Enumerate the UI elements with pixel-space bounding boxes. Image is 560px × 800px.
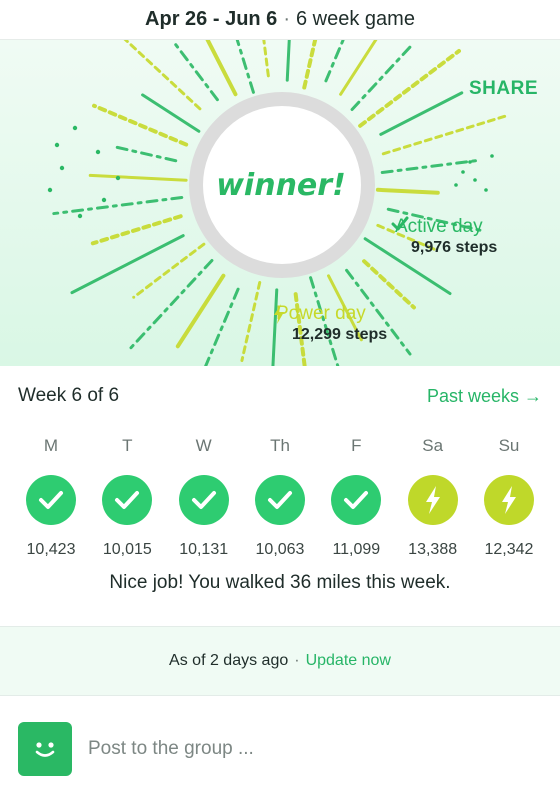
day-column[interactable]: T 10,015 bbox=[94, 436, 160, 559]
lightning-icon bbox=[407, 475, 458, 525]
check-icon bbox=[102, 475, 153, 525]
day-steps: 13,388 bbox=[408, 541, 458, 558]
check-icon bbox=[331, 475, 382, 525]
day-column[interactable]: W 10,131 bbox=[171, 436, 237, 559]
check-icon bbox=[178, 475, 229, 525]
day-column[interactable]: F 11,099 bbox=[323, 436, 389, 559]
day-label: T bbox=[122, 436, 133, 455]
day-column[interactable]: Sa 13,388 bbox=[400, 436, 466, 559]
game-header: Apr 26 - Jun 6 · 6 week game bbox=[0, 0, 560, 40]
day-column[interactable]: Su 12,342 bbox=[476, 436, 542, 559]
active-day-steps: 9,976 steps bbox=[411, 239, 498, 256]
active-day-callout: Active day 9,976 steps bbox=[391, 216, 497, 257]
week-title: Week 6 of 6 bbox=[18, 385, 120, 406]
share-button[interactable]: SHARE bbox=[469, 78, 538, 100]
day-label: Th bbox=[270, 436, 290, 455]
power-day-label: Power day bbox=[276, 303, 366, 324]
day-row: M 10,423 T 10,015 W 10,131 Th 10,063 F 11,099 Sa 13… bbox=[18, 436, 542, 559]
day-label: M bbox=[43, 436, 59, 455]
day-steps: 11,099 bbox=[332, 541, 381, 558]
check-icon bbox=[26, 475, 76, 525]
day-label: Su bbox=[498, 436, 520, 455]
day-label: F bbox=[351, 436, 362, 455]
power-day-steps: 12,299 steps bbox=[292, 326, 388, 343]
day-column[interactable]: Th 10,063 bbox=[247, 436, 313, 559]
update-now-link[interactable]: Update now bbox=[306, 652, 391, 670]
day-steps: 10,015 bbox=[102, 541, 152, 558]
day-steps: 10,131 bbox=[179, 541, 229, 558]
winner-label: winner! bbox=[216, 167, 346, 203]
lightning-icon bbox=[483, 475, 534, 525]
week-summary: Week 6 of 6 Past weeks → M 10,423 T 10,015 W… bbox=[0, 366, 560, 626]
separator-dot: · bbox=[294, 652, 300, 669]
separator-dot: · bbox=[283, 8, 290, 30]
day-label: Sa bbox=[422, 436, 444, 455]
smiley-icon[interactable] bbox=[18, 721, 72, 776]
date-range: Apr 26 - Jun 6 bbox=[145, 8, 278, 30]
post-composer bbox=[0, 697, 560, 800]
winner-hero: SHARE winner! Active day 9,976 steps Pow… bbox=[0, 40, 560, 366]
power-day-callout: Power day 12,299 steps bbox=[272, 303, 387, 344]
sync-status-bar: As of 2 days ago · Update now bbox=[0, 626, 560, 696]
day-column[interactable]: M 10,423 bbox=[18, 436, 84, 559]
post-input[interactable] bbox=[88, 737, 508, 760]
day-steps: 10,423 bbox=[26, 541, 76, 558]
day-label: W bbox=[195, 436, 212, 455]
day-steps: 10,063 bbox=[255, 541, 305, 558]
game-length: 6 week game bbox=[295, 8, 415, 30]
past-weeks-link[interactable]: Past weeks → bbox=[427, 386, 542, 407]
week-summary-text: Nice job! You walked 36 miles this week. bbox=[109, 572, 451, 593]
as-of-text: As of 2 days ago bbox=[169, 652, 289, 669]
day-steps: 12,342 bbox=[484, 541, 534, 558]
check-icon bbox=[254, 475, 305, 525]
